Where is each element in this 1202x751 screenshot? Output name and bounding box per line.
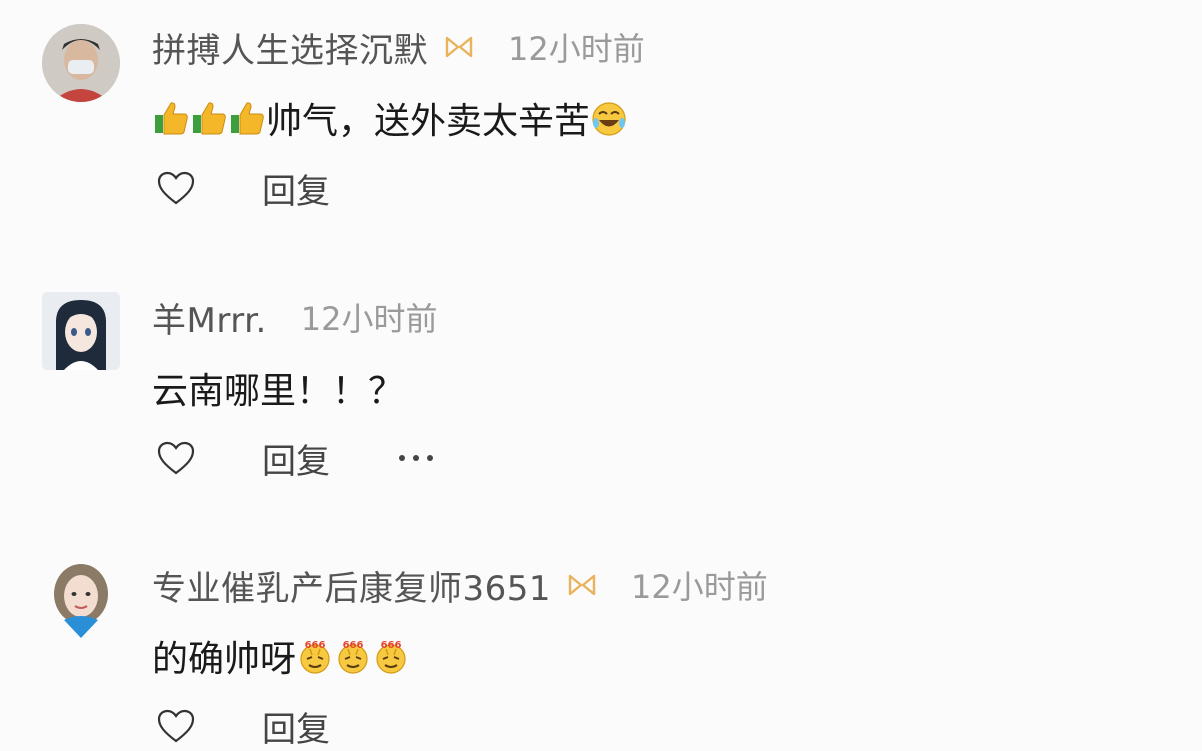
timestamp: 12小时前 <box>631 568 768 606</box>
666-emoji: 666 <box>300 640 330 674</box>
username[interactable]: 专业催乳产后康复师3651 <box>152 561 551 610</box>
comment-text-row: 帅气，送外卖太辛苦 <box>152 96 628 142</box>
666-emoji: 666 <box>338 640 368 674</box>
666-emoji: 666 <box>376 640 406 674</box>
svg-text:666: 666 <box>381 640 402 651</box>
username[interactable]: 拼搏人生选择沉默 <box>152 23 428 72</box>
like-heart-icon[interactable] <box>156 708 196 744</box>
like-heart-icon[interactable] <box>156 170 196 206</box>
username[interactable]: 羊Mrrr. <box>152 293 267 342</box>
svg-text:666: 666 <box>343 640 364 651</box>
thumbs-up-icon <box>231 102 264 135</box>
comment-text-row: 的确帅呀 666 666 666 <box>152 634 410 680</box>
vip-badge-icon <box>445 36 473 58</box>
comment-text: 帅气，送外卖太辛苦 <box>266 101 591 142</box>
svg-text:666: 666 <box>305 640 326 651</box>
comment-text: 云南哪里！！？ <box>152 371 405 412</box>
thumbs-up-icon <box>155 102 188 135</box>
like-heart-icon[interactable] <box>156 440 196 476</box>
more-options-icon[interactable] <box>396 453 436 463</box>
comment-text: 的确帅呀 <box>152 639 297 680</box>
avatar[interactable] <box>42 560 120 638</box>
reply-button[interactable]: 回复 <box>262 434 330 483</box>
avatar[interactable] <box>42 292 120 370</box>
comment-text-row: 云南哪里！！？ <box>152 366 404 412</box>
avatar[interactable] <box>42 24 120 102</box>
reply-button[interactable]: 回复 <box>262 164 330 213</box>
laughing-tears-emoji <box>592 102 626 136</box>
timestamp: 12小时前 <box>508 30 645 68</box>
timestamp: 12小时前 <box>300 300 438 338</box>
vip-badge-icon <box>568 574 596 596</box>
thumbs-up-icon <box>193 102 226 135</box>
reply-button[interactable]: 回复 <box>262 702 330 751</box>
